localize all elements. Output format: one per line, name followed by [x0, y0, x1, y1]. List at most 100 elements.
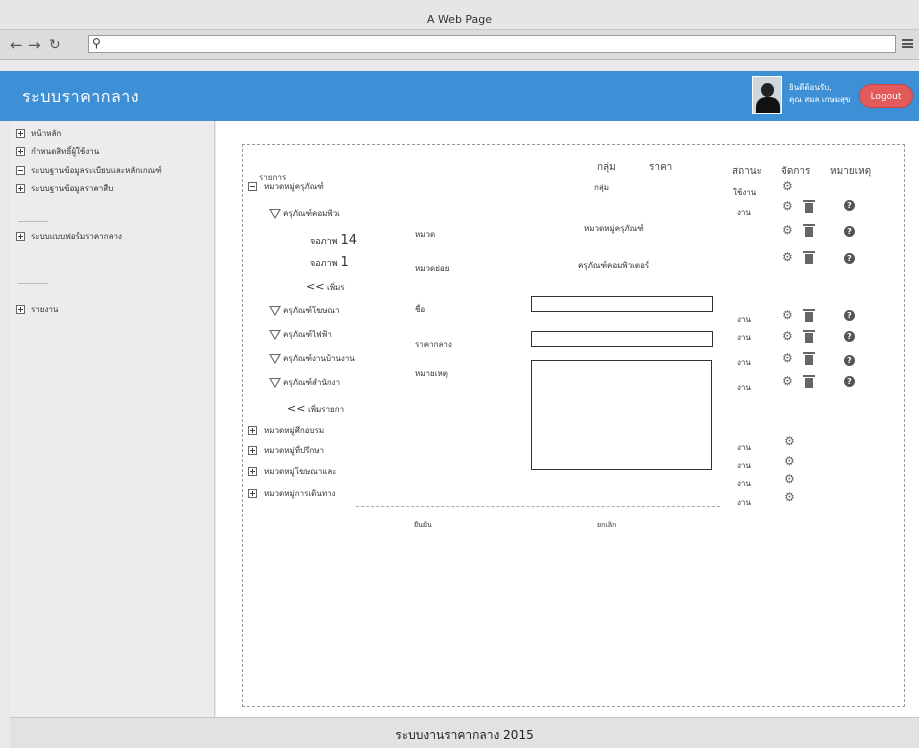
browser-title: A Web Page	[426, 13, 493, 26]
avatar[interactable]	[752, 76, 782, 114]
arrow-left-icon[interactable]: ←	[10, 37, 23, 53]
sidebar-item-label: รายงาน	[31, 305, 59, 314]
tree-row-advertising-category[interactable]: หมวดหมู่โฆษณาและ	[248, 465, 337, 478]
row-status-value: งาน	[737, 208, 751, 217]
col-group-header: กลุ่ม	[597, 162, 616, 173]
gear-icon[interactable]: ⚙	[784, 435, 795, 447]
form-divider	[356, 506, 720, 507]
expand-icon[interactable]	[16, 305, 25, 314]
sidebar-item-user-rights[interactable]: กำหนดสิทธิ์ผู้ใช้งาน	[16, 145, 99, 158]
triangle-down-icon[interactable]	[269, 353, 281, 364]
trash-icon[interactable]	[803, 375, 815, 388]
expand-icon[interactable]	[248, 426, 257, 435]
collapse-icon[interactable]	[248, 182, 257, 191]
help-icon[interactable]: ?	[844, 310, 855, 321]
tree-row-electrical[interactable]: ครุภัณฑ์ไฟฟ้า	[269, 328, 332, 341]
row-label-text: จอภาพ	[310, 237, 338, 247]
gear-icon[interactable]: ⚙	[784, 455, 795, 467]
add-item-link[interactable]: << เพิ่มร	[306, 280, 345, 294]
arrow-right-icon[interactable]: →	[28, 37, 41, 53]
sidebar-item-label: ระบบฐานข้อมูลราคาสืบ	[31, 184, 114, 193]
sidebar-item-price-form[interactable]: ระบบแบบฟอร์มราคากลาง	[16, 230, 122, 243]
sidebar-item-regulation-db[interactable]: ระบบฐานข้อมูลระเบียบและหลักเกณฑ์	[16, 164, 162, 177]
gear-icon[interactable]: ⚙	[782, 375, 793, 387]
triangle-down-icon[interactable]	[269, 377, 281, 388]
sidebar-item-report[interactable]: รายงาน	[16, 303, 58, 316]
gear-icon[interactable]: ⚙	[782, 352, 793, 364]
note-textarea[interactable]	[531, 360, 712, 470]
add-item-link[interactable]: << เพิ่มรายกา	[287, 402, 344, 416]
tree-row-equipment-category[interactable]: หมวดหมู่ครุภัณฑ์	[248, 180, 324, 193]
expand-icon[interactable]	[16, 184, 25, 193]
tree-row-consulting[interactable]: หมวดหมู่ที่ปรึกษา	[248, 444, 324, 457]
triangle-down-icon[interactable]	[269, 329, 281, 340]
tree-row-travel[interactable]: หมวดหมู่การเดินทาง	[248, 487, 335, 500]
row-group-value: กลุ่ม	[594, 183, 610, 192]
trash-icon[interactable]	[803, 251, 815, 264]
price-label: ราคากลาง	[415, 340, 452, 349]
tree-row-office[interactable]: ครุภัณฑ์สำนักงา	[269, 376, 340, 389]
trash-icon[interactable]	[803, 224, 815, 237]
row-label: หมวดหมู่โฆษณาและ	[264, 467, 337, 476]
expand-icon[interactable]	[248, 446, 257, 455]
sidebar-item-home[interactable]: หน้าหลัก	[16, 127, 61, 140]
help-icon[interactable]: ?	[844, 253, 855, 264]
gear-icon[interactable]: ⚙	[782, 330, 793, 342]
cancel-button[interactable]: ยกเลิก	[597, 520, 616, 531]
sidebar-item-price-db[interactable]: ระบบฐานข้อมูลราคาสืบ	[16, 182, 113, 195]
gear-icon[interactable]: ⚙	[782, 180, 793, 192]
row-status-value: งาน	[737, 443, 751, 452]
reload-icon[interactable]: ↻	[49, 37, 61, 53]
trash-icon[interactable]	[803, 309, 815, 322]
gear-icon[interactable]: ⚙	[782, 200, 793, 212]
expand-icon[interactable]	[16, 232, 25, 241]
sidebar-divider	[18, 283, 48, 284]
help-icon[interactable]: ?	[844, 376, 855, 387]
expand-icon[interactable]	[16, 147, 25, 156]
logout-button[interactable]: Logout	[859, 84, 913, 108]
back-arrows: <<	[306, 280, 325, 293]
row-label[interactable]: จอภาพ 14	[310, 233, 357, 248]
row-label: หมวดหมู่การเดินทาง	[264, 489, 336, 498]
address-bar[interactable]: ⚲	[88, 35, 896, 53]
tree-row-computer[interactable]: ครุภัณฑ์คอมพิวเ	[269, 207, 340, 220]
triangle-down-icon[interactable]	[269, 208, 281, 219]
help-icon[interactable]: ?	[844, 355, 855, 366]
row-status-value: งาน	[737, 461, 751, 470]
tree-row-training[interactable]: หมวดหมู่ศึกอบรม	[248, 424, 324, 437]
sidebar-item-label: กำหนดสิทธิ์ผู้ใช้งาน	[31, 147, 100, 156]
hamburger-icon[interactable]	[902, 39, 913, 48]
help-icon[interactable]: ?	[844, 200, 855, 211]
row-label: ครุภัณฑ์ไฟฟ้า	[283, 330, 332, 339]
trash-icon[interactable]	[803, 330, 815, 343]
name-field[interactable]	[531, 296, 713, 312]
category-value: หมวดหมู่ครุภัณฑ์	[584, 224, 644, 233]
collapse-icon[interactable]	[16, 166, 25, 175]
gear-icon[interactable]: ⚙	[782, 309, 793, 321]
price-field[interactable]	[531, 331, 713, 347]
row-label[interactable]: จอภาพ 1	[310, 255, 349, 270]
tree-row-advertising[interactable]: ครุภัณฑ์โฆษณา	[269, 304, 339, 317]
back-arrows: <<	[287, 402, 306, 415]
expand-icon[interactable]	[16, 129, 25, 138]
avatar-head-icon	[761, 83, 774, 97]
expand-icon[interactable]	[248, 489, 257, 498]
help-icon[interactable]: ?	[844, 331, 855, 342]
row-label-text: จอภาพ	[310, 259, 338, 269]
help-icon[interactable]: ?	[844, 226, 855, 237]
gear-icon[interactable]: ⚙	[784, 491, 795, 503]
gear-icon[interactable]: ⚙	[782, 251, 793, 263]
tree-row-household[interactable]: ครุภัณฑ์งานบ้านงาน	[269, 352, 355, 365]
gear-icon[interactable]: ⚙	[784, 473, 795, 485]
expand-icon[interactable]	[248, 467, 257, 476]
sidebar-item-label: หน้าหลัก	[31, 129, 62, 138]
trash-icon[interactable]	[803, 352, 815, 365]
trash-icon[interactable]	[803, 200, 815, 213]
user-greeting: ยินดีต้อนรับ, คุณ สมล เกษมสุข	[789, 82, 850, 106]
confirm-button[interactable]: ยืนยัน	[414, 520, 432, 531]
col-status-header: สถานะ	[732, 166, 762, 177]
app-brand[interactable]: ระบบราคากลาง	[22, 85, 139, 110]
gear-icon[interactable]: ⚙	[782, 224, 793, 236]
row-status-value: ใช้งาน	[733, 188, 757, 197]
triangle-down-icon[interactable]	[269, 305, 281, 316]
